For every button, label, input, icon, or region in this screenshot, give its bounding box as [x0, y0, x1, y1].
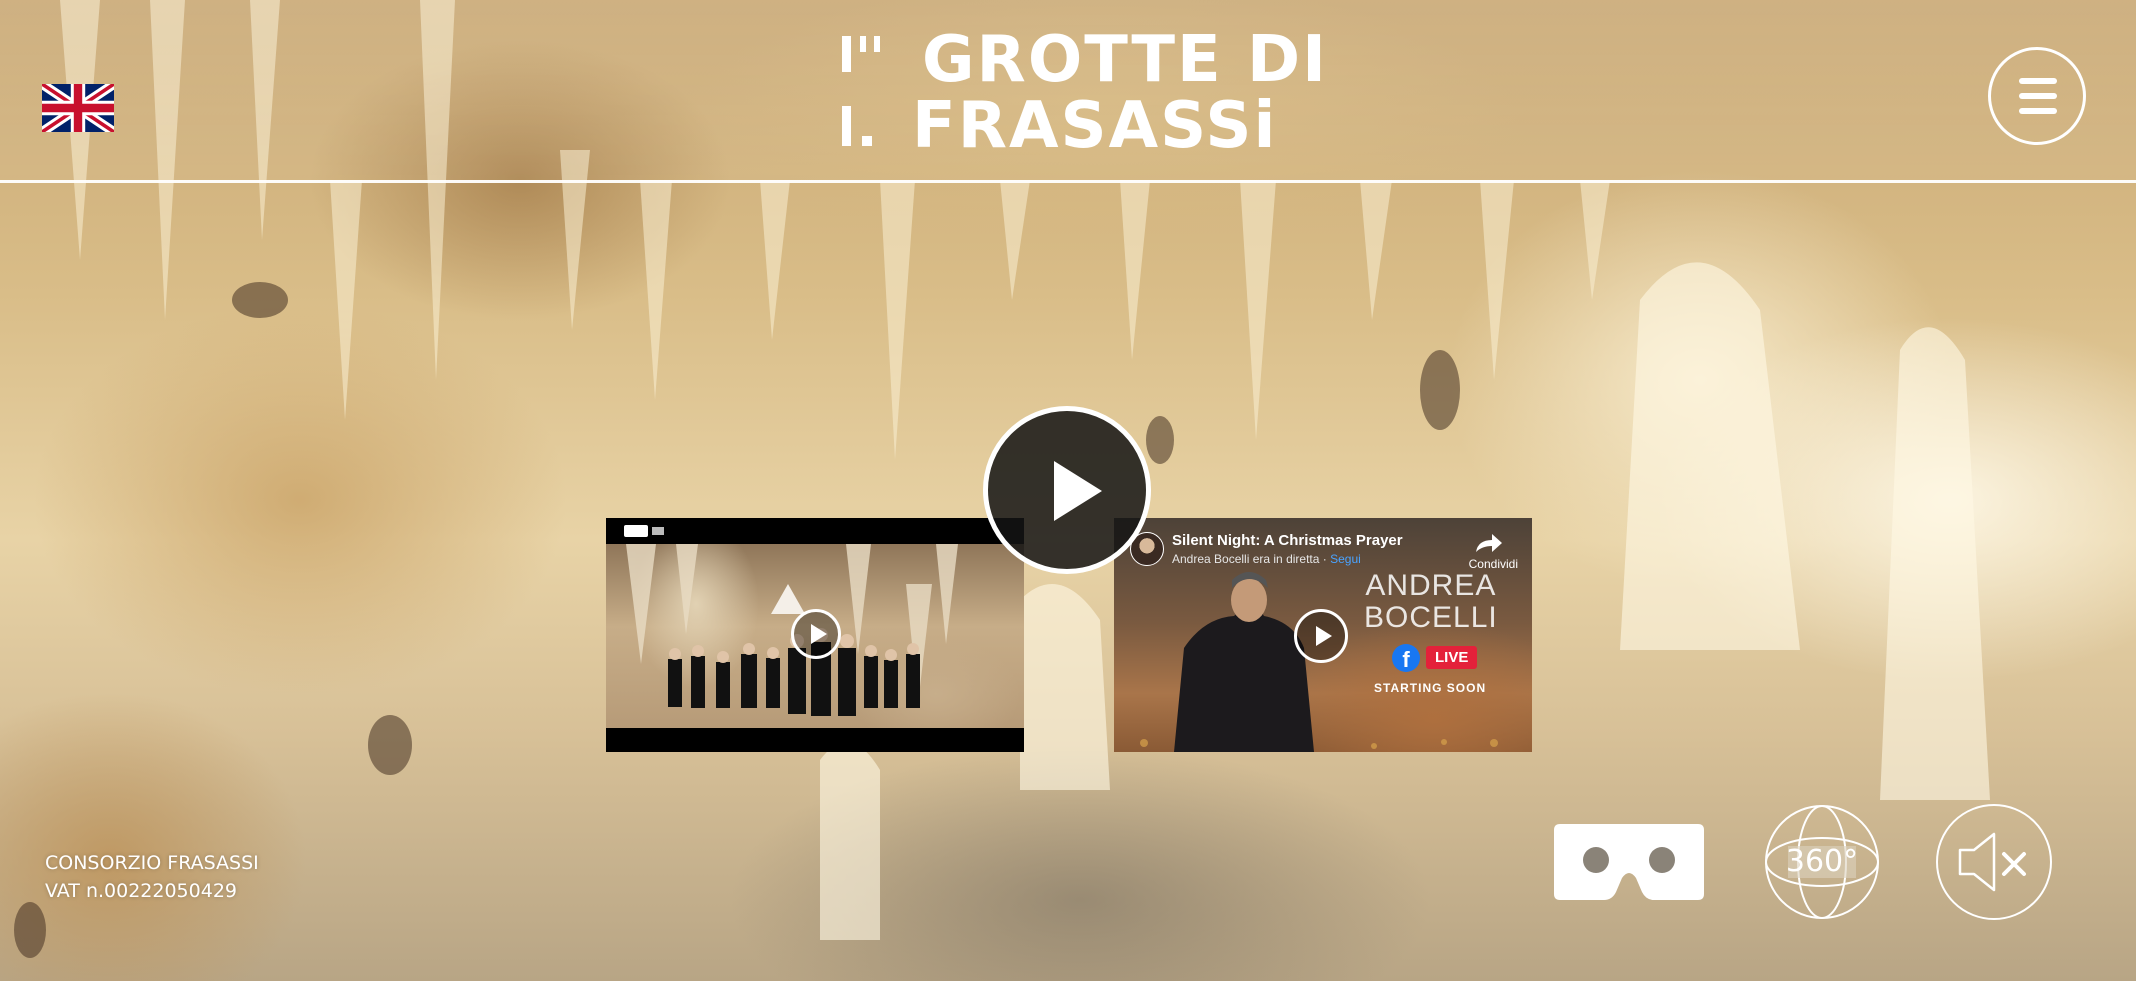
artist-name: ANDREA BOCELLI: [1364, 570, 1498, 634]
facebook-icon: f: [1392, 644, 1420, 672]
video-title[interactable]: Silent Night: A Christmas Prayer: [1172, 532, 1403, 549]
view-360-button[interactable]: 360°: [1764, 804, 1880, 920]
play-icon[interactable]: [791, 609, 841, 659]
rai-concert-video[interactable]: [606, 518, 1024, 752]
logo-mark-icon: [842, 36, 880, 146]
speaker-glyph: [1958, 832, 2026, 892]
follow-link[interactable]: Segui: [1330, 552, 1361, 566]
artist-line-1: ANDREA: [1365, 569, 1497, 602]
vat-number: VAT n.00222050429: [45, 880, 238, 902]
channel-badge: [652, 527, 664, 535]
vr-headset-icon[interactable]: [1554, 824, 1704, 900]
subtitle-text: Andrea Bocelli era in diretta ·: [1172, 552, 1331, 566]
speaker-muted-icon[interactable]: [1936, 804, 2052, 920]
play-icon[interactable]: [983, 406, 1151, 574]
rai-channel-logo: [624, 525, 648, 537]
artist-line-2: BOCELLI: [1364, 601, 1498, 634]
logo-line-2: FRASASSi: [912, 89, 1278, 163]
live-tag: LIVE: [1426, 646, 1478, 669]
site-logo[interactable]: GROTTE DI FRASASSi: [838, 24, 1326, 158]
company-info: CONSORZIO FRASASSI VAT n.00222050429: [45, 849, 259, 905]
logo-line-1: GROTTE DI: [922, 23, 1328, 97]
facebook-live-video[interactable]: Silent Night: A Christmas Prayer Andrea …: [1114, 518, 1532, 752]
play-icon[interactable]: [1294, 609, 1348, 663]
uk-flag-icon[interactable]: [42, 84, 114, 132]
status-text: STARTING SOON: [1374, 681, 1487, 695]
view-360-label: 360°: [1785, 844, 1859, 879]
hamburger-menu-icon[interactable]: [1988, 47, 2086, 145]
video-subtitle: Andrea Bocelli era in diretta · Segui: [1172, 552, 1361, 566]
company-name: CONSORZIO FRASASSI: [45, 852, 259, 874]
cave-background: GROTTE DI FRASASSi Silent Night: A Chris…: [0, 0, 2136, 981]
